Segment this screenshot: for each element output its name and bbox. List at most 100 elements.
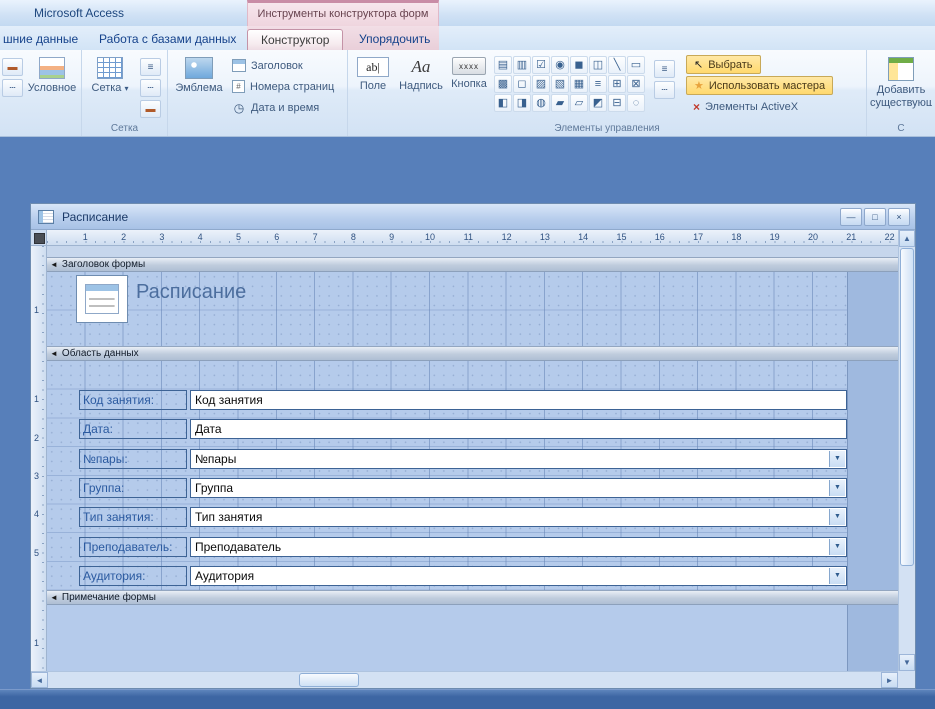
line-thickness-button[interactable] — [654, 60, 675, 78]
line-style-icon — [147, 83, 153, 94]
rectangle-icon[interactable]: ▭ — [627, 56, 645, 74]
unbound-object-frame-icon[interactable]: ◻ — [513, 75, 531, 93]
combo-dropdown-icon[interactable]: ▼ — [829, 451, 845, 467]
page-numbers-button[interactable]: # Номера страниц — [232, 78, 334, 95]
text-box-button[interactable]: ab| Поле — [352, 54, 394, 95]
page-number-icon[interactable]: ⊟ — [608, 94, 626, 112]
logo-icon — [185, 57, 213, 79]
field-label[interactable]: №пары: — [79, 449, 187, 469]
v-ruler[interactable]: 1123451 — [31, 246, 47, 671]
field-label[interactable]: Дата: — [79, 419, 187, 439]
form-title-label-control[interactable]: Расписание — [136, 281, 246, 304]
command-button-icon[interactable]: ▰ — [551, 94, 569, 112]
add-existing-fields-button[interactable]: Добавить существующие п — [869, 54, 933, 113]
form-design-window: Расписание — □ × 12345678910111213141516… — [30, 203, 916, 689]
scroll-up-icon[interactable]: ▲ — [899, 230, 915, 247]
combo-box-control[interactable]: Аудитория▼ — [190, 566, 847, 586]
combo-box-control[interactable]: №пары▼ — [190, 449, 847, 469]
insert-page-icon[interactable]: ⊞ — [608, 75, 626, 93]
section-bar-form-header[interactable]: ◄ Заголовок формы — [47, 257, 898, 272]
line-type-button[interactable] — [654, 81, 675, 99]
field-label[interactable]: Код занятия: — [79, 390, 187, 410]
horizontal-scroll-thumb[interactable] — [299, 673, 359, 687]
use-wizards-button[interactable]: ★ Использовать мастера — [686, 76, 833, 95]
tab-database-tools[interactable]: Работа с базами данных — [86, 29, 249, 50]
chart-icon[interactable]: ▧ — [551, 75, 569, 93]
section-bar-detail[interactable]: ◄ Область данных — [47, 346, 898, 361]
gridline-thickness-button[interactable] — [140, 58, 161, 76]
toggle-button-icon[interactable]: ◼ — [570, 56, 588, 74]
option-button-icon[interactable]: ◉ — [551, 56, 569, 74]
scroll-right-icon[interactable]: ► — [881, 672, 898, 688]
form-footer-area[interactable] — [47, 605, 898, 671]
logo-icon[interactable]: ◌ — [627, 94, 645, 112]
use-wizards-label: Использовать мастера — [709, 80, 825, 92]
attachment-icon[interactable]: ⊠ — [627, 75, 645, 93]
form-header-area[interactable]: Расписание — [47, 272, 898, 346]
conditional-formatting-button[interactable]: Условное — [24, 54, 80, 97]
form-title-button[interactable]: Заголовок — [232, 57, 334, 74]
tab-control-icon[interactable]: ◫ — [589, 56, 607, 74]
text-box-control[interactable]: Код занятия — [190, 390, 847, 410]
field-label[interactable]: Тип занятия: — [79, 507, 187, 527]
close-button[interactable]: × — [888, 208, 910, 226]
fill-color-button[interactable] — [2, 58, 23, 76]
image-icon[interactable]: ▨ — [532, 75, 550, 93]
field-label[interactable]: Преподаватель: — [79, 537, 187, 557]
form-window-titlebar[interactable]: Расписание — □ × — [31, 204, 915, 230]
restore-button[interactable]: □ — [864, 208, 886, 226]
page-numbers-label: Номера страниц — [250, 81, 334, 93]
activex-controls-button[interactable]: × Элементы ActiveX — [686, 97, 805, 116]
select-button[interactable]: ↖ Выбрать — [686, 55, 761, 74]
combo-box-control[interactable]: Группа▼ — [190, 478, 847, 498]
subform-icon[interactable]: ▦ — [570, 75, 588, 93]
field-label[interactable]: Группа: — [79, 478, 187, 498]
line-icon[interactable]: ╲ — [608, 56, 626, 74]
minimize-button[interactable]: — — [840, 208, 862, 226]
horizontal-scrollbar[interactable]: ◄ ► — [31, 671, 898, 688]
text-box-icon[interactable]: ◍ — [532, 94, 550, 112]
date-time-button[interactable]: ◷ Дата и время — [232, 99, 334, 116]
ruler-mark: 11 — [464, 232, 473, 242]
combo-box-icon[interactable]: ▥ — [513, 56, 531, 74]
gridlines-button[interactable]: Сетка ▾ — [86, 54, 134, 97]
combo-dropdown-icon[interactable]: ▼ — [829, 480, 845, 496]
font-color-button[interactable] — [2, 79, 23, 97]
vertical-scroll-thumb[interactable] — [900, 248, 914, 566]
design-canvas[interactable]: ◄ Заголовок формы Расписание ◄ Область д… — [47, 246, 898, 671]
detail-area[interactable]: Код занятия: Код занятия Дата:Дата№пары:№п… — [47, 361, 898, 590]
gridline-style-button[interactable] — [140, 79, 161, 97]
command-button-button[interactable]: xxxx Кнопка — [446, 54, 492, 93]
field-label[interactable]: Аудитория: — [79, 566, 187, 586]
form-selector-button[interactable] — [31, 230, 47, 246]
logo-image-control[interactable] — [76, 275, 128, 323]
scroll-down-icon[interactable]: ▼ — [899, 654, 915, 671]
page-break-icon[interactable]: ≡ — [589, 75, 607, 93]
option-group-icon[interactable]: ◧ — [494, 94, 512, 112]
scroll-left-icon[interactable]: ◄ — [31, 672, 48, 688]
combo-dropdown-icon[interactable]: ▼ — [829, 509, 845, 525]
label-icon[interactable]: ▱ — [570, 94, 588, 112]
label-button[interactable]: Aa Надпись — [396, 54, 446, 95]
section-bar-form-footer[interactable]: ◄ Примечание формы — [47, 590, 898, 605]
combo-dropdown-icon[interactable]: ▼ — [829, 568, 845, 584]
combo-box-control[interactable]: Преподаватель▼ — [190, 537, 847, 557]
tab-design[interactable]: Конструктор — [247, 29, 343, 50]
check-box-icon[interactable]: ☑ — [532, 56, 550, 74]
combo-dropdown-icon[interactable]: ▼ — [829, 539, 845, 555]
field-value: Код занятия — [195, 393, 263, 407]
text-box-control[interactable]: Дата — [190, 419, 847, 439]
gridline-color-button[interactable] — [140, 100, 161, 118]
ruler-mark: 12 — [502, 232, 512, 242]
vertical-scrollbar[interactable]: ▲ ▼ — [898, 230, 915, 671]
form-window-title: Расписание — [62, 210, 128, 224]
subreport-icon[interactable]: ◩ — [589, 94, 607, 112]
tab-arrange[interactable]: Упорядочить — [346, 29, 443, 50]
list-box-icon[interactable]: ▤ — [494, 56, 512, 74]
hyperlink-icon[interactable]: ◨ — [513, 94, 531, 112]
bound-object-frame-icon[interactable]: ▩ — [494, 75, 512, 93]
h-ruler[interactable]: 12345678910111213141516171819202122 — [47, 230, 898, 246]
combo-box-control[interactable]: Тип занятия▼ — [190, 507, 847, 527]
logo-button[interactable]: Эмблема — [172, 54, 226, 97]
tab-external-data[interactable]: шние данные — [0, 29, 91, 50]
